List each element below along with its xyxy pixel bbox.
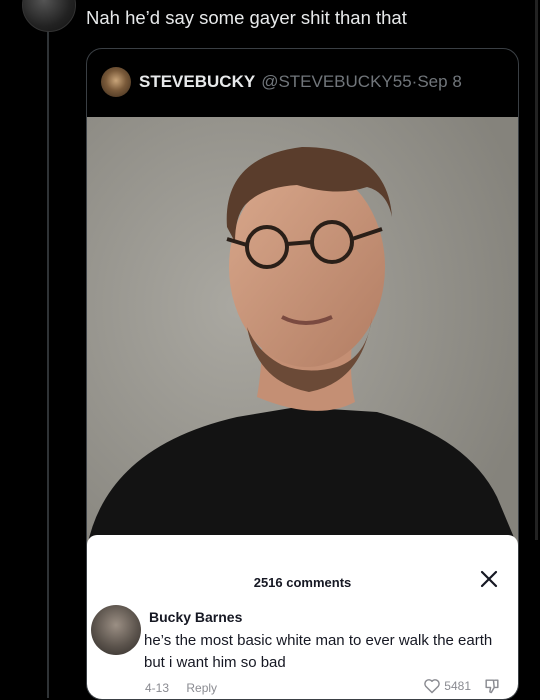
tweet-text: Nah he’d say some gayer shit than that — [86, 7, 407, 28]
quoted-author-avatar[interactable] — [101, 67, 131, 97]
reply-author-avatar[interactable] — [22, 0, 76, 32]
quoted-tweet-header: STEVEBUCKY @STEVEBUCKY55 · Sep 8 — [101, 67, 462, 97]
comments-panel: 2516 comments Bucky Barnes he’s the most… — [87, 535, 518, 699]
commenter-avatar[interactable] — [91, 605, 141, 655]
heart-icon — [424, 679, 441, 694]
like-button[interactable]: 5481 — [423, 678, 504, 694]
commenter-name[interactable]: Bucky Barnes — [149, 609, 242, 625]
quoted-tweet-image[interactable] — [87, 117, 518, 589]
like-count: 5481 — [444, 679, 471, 693]
portrait-photo — [87, 117, 518, 589]
quoted-author-name[interactable]: STEVEBUCKY — [139, 72, 255, 92]
thread-line — [47, 0, 49, 698]
comment-date: 4-13 — [145, 681, 170, 695]
quoted-tweet-card[interactable]: STEVEBUCKY @STEVEBUCKY55 · Sep 8 2516 co… — [86, 48, 519, 700]
comment-text: he’s the most basic white man to ever wa… — [144, 632, 493, 671]
reply-button[interactable]: Reply — [186, 681, 217, 695]
quoted-author-handle[interactable]: @STEVEBUCKY55 — [261, 72, 411, 92]
comments-count: 2516 comments — [253, 575, 352, 590]
dislike-icon[interactable] — [483, 678, 501, 694]
comment-meta: 4-13 Reply — [145, 681, 217, 695]
close-icon[interactable] — [478, 568, 500, 590]
scrollbar[interactable] — [535, 0, 538, 540]
quoted-tweet-date[interactable]: Sep 8 — [417, 72, 461, 92]
